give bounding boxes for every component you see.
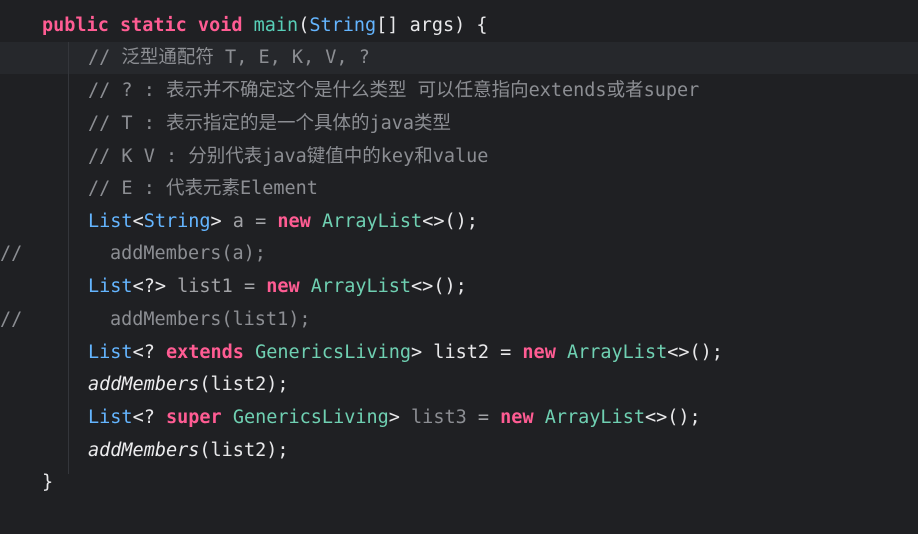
variable: a = bbox=[221, 211, 278, 232]
variable: list1 = bbox=[165, 276, 267, 297]
unused-variable: list3 bbox=[411, 407, 467, 428]
code-editor[interactable]: public static void main(String[] args) {… bbox=[0, 0, 918, 534]
comment-line[interactable]: // K V : 分别代表java键值中的key和value bbox=[88, 141, 488, 173]
code-line-call[interactable]: addMembers(list2); bbox=[88, 369, 289, 401]
keyword-extends: extends bbox=[165, 342, 244, 363]
code-line-call[interactable]: addMembers(list2); bbox=[88, 435, 289, 467]
param-type: String bbox=[309, 15, 377, 36]
comment-marker: // bbox=[0, 309, 23, 330]
type-list: List bbox=[88, 407, 133, 428]
type-list: List bbox=[88, 342, 133, 363]
class-name: GenericsLiving bbox=[255, 342, 412, 363]
comment-line[interactable]: // 泛型通配符 T, E, K, V, ? bbox=[88, 42, 370, 74]
commented-code-line[interactable]: addMembers(list1); bbox=[110, 304, 310, 336]
code-line-list3[interactable]: List<? super GenericsLiving> list3 = new… bbox=[88, 402, 701, 434]
closing-brace[interactable]: } bbox=[42, 467, 53, 499]
class-name: ArrayList bbox=[310, 276, 412, 297]
comment-marker: // bbox=[0, 243, 23, 264]
code-line-list2[interactable]: List<? extends GenericsLiving> list2 = n… bbox=[88, 337, 723, 369]
type-list: List bbox=[88, 276, 133, 297]
code-line-list-a[interactable]: List<String> a = new ArrayList<>(); bbox=[88, 206, 478, 238]
indent-guide bbox=[68, 42, 69, 474]
keyword-super: super bbox=[165, 407, 222, 428]
type-string: String bbox=[143, 211, 211, 232]
code-line-list1[interactable]: List<?> list1 = new ArrayList<>(); bbox=[88, 271, 467, 303]
params-rest: [] args) { bbox=[376, 15, 488, 36]
comment-line[interactable]: // ? : 表示并不确定这个是什么类型 可以任意指向extends或者supe… bbox=[88, 75, 699, 107]
class-name: ArrayList bbox=[566, 342, 668, 363]
code-line-signature[interactable]: public static void main(String[] args) { bbox=[42, 10, 488, 42]
commented-code-line[interactable]: addMembers(a); bbox=[110, 238, 266, 270]
method-call: addMembers bbox=[88, 374, 200, 395]
type-list: List bbox=[88, 211, 133, 232]
comment-line[interactable]: // T : 表示指定的是一个具体的java类型 bbox=[88, 108, 451, 140]
class-name: ArrayList bbox=[544, 407, 645, 428]
keyword-new: new bbox=[266, 276, 300, 297]
keyword-new: new bbox=[277, 211, 311, 232]
method-name: main bbox=[253, 15, 299, 36]
method-call: addMembers bbox=[88, 440, 200, 461]
keyword-new: new bbox=[522, 342, 556, 363]
comment-line[interactable]: // E : 代表元素Element bbox=[88, 173, 318, 205]
keyword-new: new bbox=[500, 407, 534, 428]
keywords: public static void bbox=[42, 15, 243, 36]
class-name: ArrayList bbox=[321, 211, 423, 232]
class-name: GenericsLiving bbox=[232, 407, 389, 428]
